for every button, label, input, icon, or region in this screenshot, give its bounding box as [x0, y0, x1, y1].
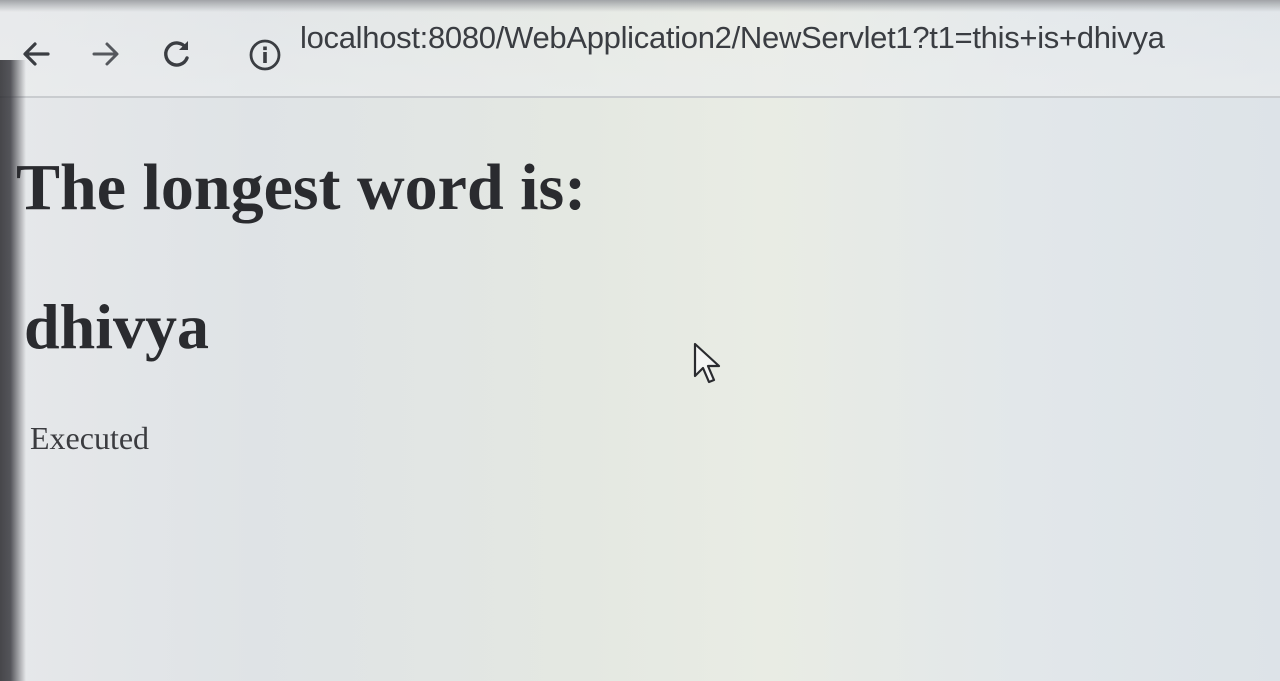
info-circle-icon: [249, 39, 281, 71]
mouse-pointer-icon: [693, 342, 721, 384]
page-heading: The longest word is:: [16, 151, 587, 224]
forward-button[interactable]: [84, 32, 128, 76]
site-info-button[interactable]: [246, 36, 284, 74]
status-text: Executed: [30, 420, 150, 456]
address-bar-url[interactable]: localhost:8080/WebApplication2/NewServle…: [300, 20, 1165, 56]
reload-icon: [164, 41, 189, 67]
browser-toolbar: localhost:8080/WebApplication2/NewServle…: [0, 0, 1280, 98]
reload-button[interactable]: [155, 32, 199, 76]
page-content: The longest word is: dhivya Executed: [16, 150, 1256, 670]
longest-word-result: dhivya: [24, 291, 209, 362]
arrow-right-icon: [92, 42, 119, 66]
